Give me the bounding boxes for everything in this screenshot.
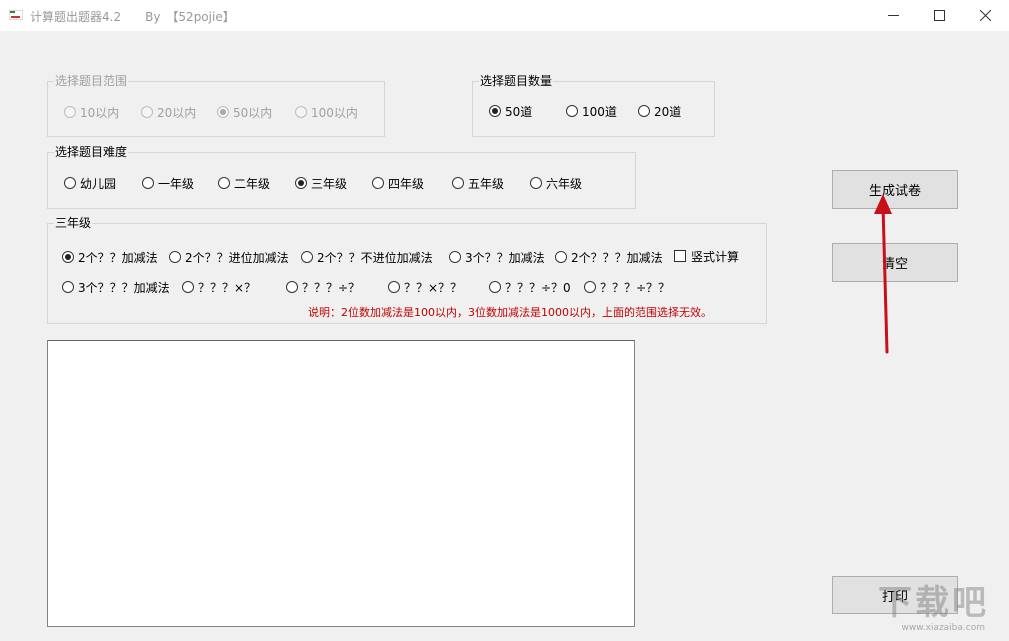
count-option-100[interactable]: 100道 xyxy=(566,103,617,119)
range-group: 选择题目范围 10以内 20以内 50以内 100以内 xyxy=(47,81,385,137)
difficulty-option-grade5[interactable]: 五年级 xyxy=(452,175,504,191)
count-option-20[interactable]: 20道 xyxy=(638,103,681,119)
type-option-3d-div-2d[interactable]: ？？？÷？？ xyxy=(584,279,670,295)
radio-icon xyxy=(555,251,567,263)
radio-icon xyxy=(295,106,307,118)
type-option-3x2digit-addsub[interactable]: 3个？？加减法 xyxy=(449,249,545,265)
minimize-button[interactable] xyxy=(870,0,916,31)
radio-icon xyxy=(64,177,76,189)
close-button[interactable] xyxy=(962,0,1008,31)
radio-icon xyxy=(584,281,596,293)
radio-icon xyxy=(141,106,153,118)
type-option-2d-times-2d[interactable]: ？？×？？ xyxy=(388,279,462,295)
radio-icon xyxy=(301,251,313,263)
app-icon xyxy=(9,10,23,20)
range-option-50[interactable]: 50以内 xyxy=(217,104,272,120)
watermark: 下载吧 www.xiazaiba.com xyxy=(878,583,989,633)
radio-icon xyxy=(142,177,154,189)
radio-icon xyxy=(182,281,194,293)
radio-icon xyxy=(449,251,461,263)
radio-icon xyxy=(388,281,400,293)
type-option-3d-times-1d[interactable]: ？？？×？ xyxy=(182,279,256,295)
type-option-3d-div-1d0[interactable]: ？？？÷？0 xyxy=(489,279,571,295)
difficulty-group: 选择题目难度 幼儿园 一年级 二年级 三年级 四年级 五年级 六年级 xyxy=(47,152,636,209)
type-option-2digit-carry[interactable]: 2个？？进位加减法 xyxy=(169,249,289,265)
type-option-3d-div-1d[interactable]: ？？？÷？ xyxy=(286,279,360,295)
difficulty-option-grade1[interactable]: 一年级 xyxy=(142,175,194,191)
count-group-label: 选择题目数量 xyxy=(479,73,553,89)
close-icon xyxy=(980,10,991,21)
vertical-calc-checkbox[interactable]: 竖式计算 xyxy=(674,248,739,264)
type-option-2x3digit-addsub[interactable]: 2个？？？加减法 xyxy=(555,249,663,265)
grade-group-label: 三年级 xyxy=(54,215,92,231)
radio-icon xyxy=(452,177,464,189)
difficulty-option-kindergarten[interactable]: 幼儿园 xyxy=(64,175,116,191)
difficulty-option-grade3[interactable]: 三年级 xyxy=(295,175,347,191)
radio-icon xyxy=(530,177,542,189)
difficulty-option-grade2[interactable]: 二年级 xyxy=(218,175,270,191)
difficulty-option-grade4[interactable]: 四年级 xyxy=(372,175,424,191)
range-option-20[interactable]: 20以内 xyxy=(141,104,196,120)
radio-checked-icon xyxy=(62,251,74,263)
radio-icon xyxy=(566,105,578,117)
count-group: 选择题目数量 50道 100道 20道 xyxy=(472,81,715,137)
type-option-2digit-addsub[interactable]: 2个？？加减法 xyxy=(62,249,158,265)
checkbox-icon xyxy=(674,250,686,262)
radio-icon xyxy=(169,251,181,263)
radio-icon xyxy=(62,281,74,293)
count-option-50[interactable]: 50道 xyxy=(489,103,532,119)
difficulty-group-label: 选择题目难度 xyxy=(54,144,128,160)
radio-icon xyxy=(286,281,298,293)
radio-icon xyxy=(218,177,230,189)
type-option-2digit-nocarry[interactable]: 2个？？不进位加减法 xyxy=(301,249,433,265)
radio-checked-icon xyxy=(295,177,307,189)
difficulty-option-grade6[interactable]: 六年级 xyxy=(530,175,582,191)
title-bar: 计算题出题器4.2 By 【52pojie】 xyxy=(0,0,1009,31)
window-title: 计算题出题器4.2 By 【52pojie】 xyxy=(30,8,235,25)
radio-icon xyxy=(64,106,76,118)
radio-icon xyxy=(372,177,384,189)
minimize-icon xyxy=(888,10,899,21)
type-option-3x3digit-addsub[interactable]: 3个？？？加减法 xyxy=(62,279,170,295)
maximize-button[interactable] xyxy=(916,0,962,31)
range-option-100[interactable]: 100以内 xyxy=(295,104,358,120)
radio-checked-icon xyxy=(489,105,501,117)
annotation-arrow-icon xyxy=(860,190,900,360)
maximize-icon xyxy=(934,10,945,21)
watermark-url: www.xiazaiba.com xyxy=(878,623,989,633)
range-note: 说明：2位数加减法是100以内，3位数加减法是1000以内，上面的范围选择无效。 xyxy=(308,304,712,320)
range-group-label: 选择题目范围 xyxy=(54,73,128,89)
watermark-logo: 下载吧 xyxy=(878,583,989,623)
range-option-10[interactable]: 10以内 xyxy=(64,104,119,120)
radio-icon xyxy=(638,105,650,117)
radio-checked-icon xyxy=(217,106,229,118)
output-textarea[interactable] xyxy=(47,340,635,627)
radio-icon xyxy=(489,281,501,293)
